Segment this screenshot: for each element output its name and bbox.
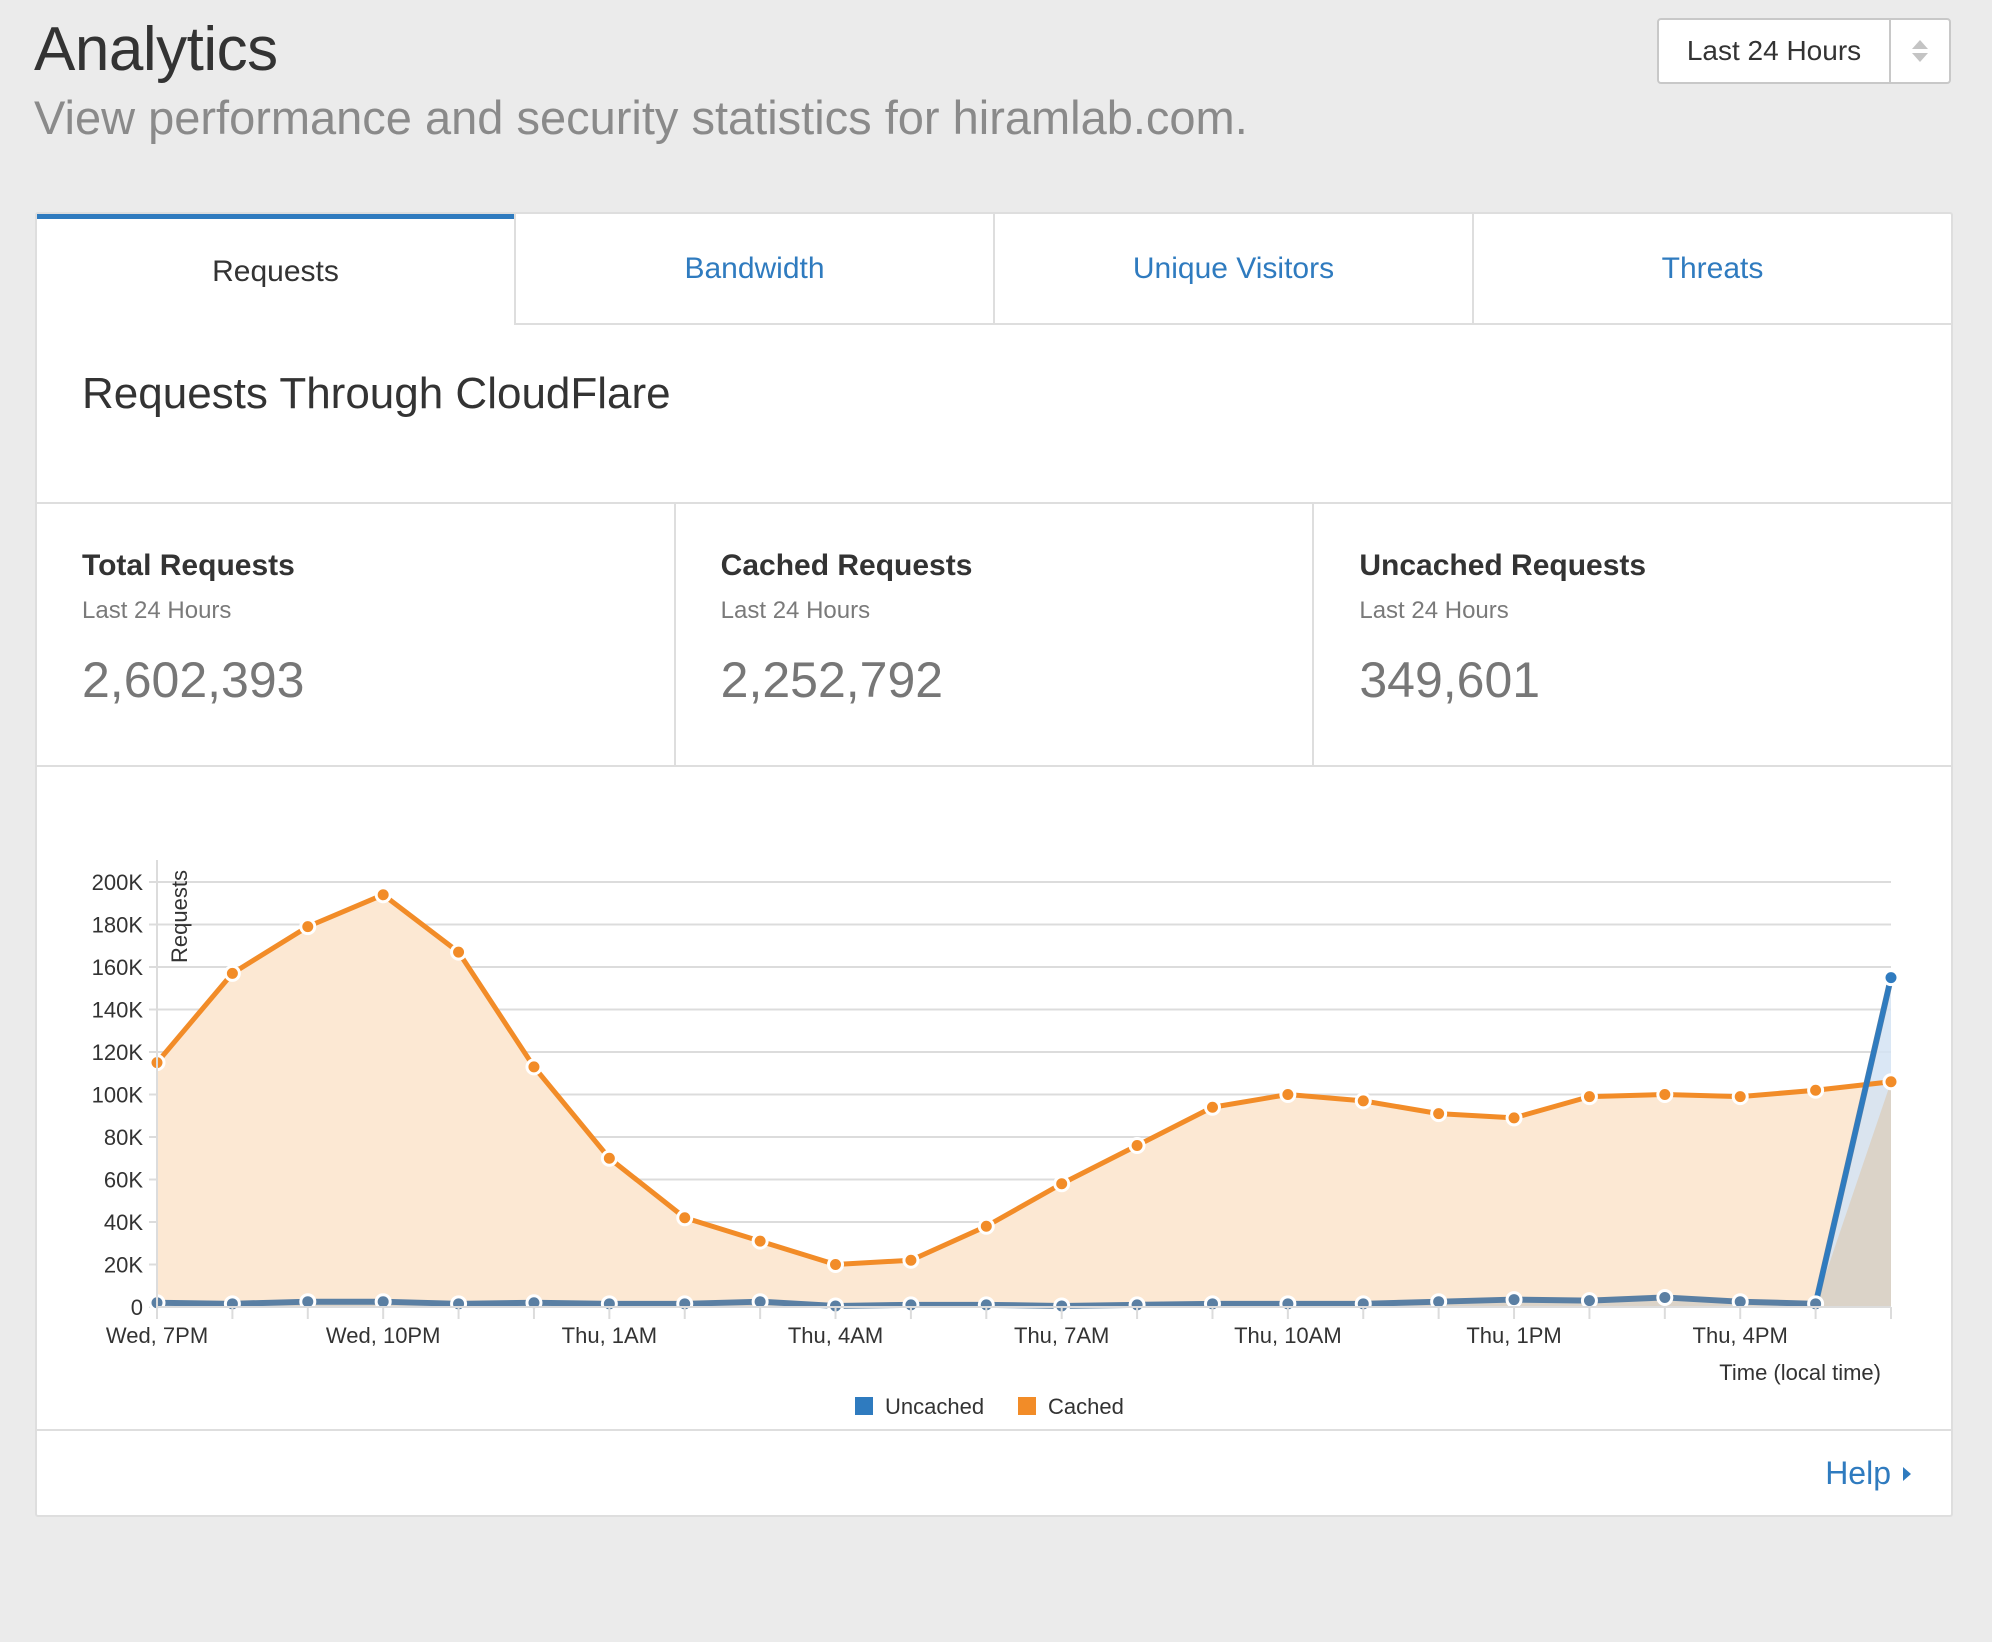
cached-point <box>299 918 317 936</box>
y-tick-label: 20K <box>104 1253 143 1278</box>
legend-swatch-cached <box>1018 1397 1036 1415</box>
tab-requests[interactable]: Requests <box>37 214 514 325</box>
y-tick-label: 200K <box>92 870 144 895</box>
stat-cached-requests: Cached Requests Last 24 Hours 2,252,792 <box>673 504 1313 765</box>
x-tick-label: Thu, 7AM <box>1014 1323 1109 1348</box>
stat-value: 2,252,792 <box>720 652 944 708</box>
cached-point <box>1203 1098 1221 1116</box>
cached-point <box>1807 1081 1825 1099</box>
tab-bandwidth[interactable]: Bandwidth <box>514 214 993 325</box>
cached-point <box>1580 1088 1598 1106</box>
y-tick-label: 80K <box>104 1125 143 1150</box>
legend-swatch-uncached <box>855 1397 873 1415</box>
tab-bar: Requests Bandwidth Unique Visitors Threa… <box>37 214 1951 325</box>
stat-label: Cached Requests <box>720 549 973 582</box>
page-title: Analytics <box>34 15 278 84</box>
select-arrows-icon <box>1891 20 1949 82</box>
arrow-down-icon <box>1912 53 1928 62</box>
cached-point <box>1505 1109 1523 1127</box>
time-range-value: Last 24 Hours <box>1659 20 1891 82</box>
legend-label-cached: Cached <box>1048 1394 1124 1419</box>
section-title: Requests Through CloudFlare <box>82 369 671 418</box>
y-tick-label: 40K <box>104 1210 143 1235</box>
cached-area <box>157 894 1891 1307</box>
y-tick-label: 180K <box>92 913 144 938</box>
x-tick-label: Thu, 1PM <box>1466 1323 1561 1348</box>
stat-value: 2,602,393 <box>82 652 305 708</box>
x-tick-label: Wed, 7PM <box>106 1323 208 1348</box>
stat-period: Last 24 Hours <box>82 597 232 624</box>
y-axis-label: Requests <box>167 870 192 963</box>
cached-point <box>1279 1086 1297 1103</box>
cached-point <box>977 1217 995 1235</box>
y-tick-label: 160K <box>92 955 144 980</box>
cached-point <box>1053 1175 1071 1193</box>
page-subtitle: View performance and security statistics… <box>34 91 1248 144</box>
cached-point <box>223 964 241 982</box>
cached-point <box>1430 1105 1448 1123</box>
y-tick-label: 0 <box>131 1295 143 1320</box>
cached-point <box>450 943 468 961</box>
cached-point <box>827 1256 845 1273</box>
uncached-point <box>1580 1292 1598 1310</box>
y-tick-label: 120K <box>92 1040 144 1065</box>
stat-period: Last 24 Hours <box>1359 597 1509 624</box>
x-tick-label: Thu, 4PM <box>1693 1323 1788 1348</box>
cached-point <box>525 1058 543 1076</box>
time-range-select[interactable]: Last 24 Hours <box>1657 18 1951 84</box>
analytics-card: Requests Bandwidth Unique Visitors Threa… <box>35 212 1953 1517</box>
cached-point <box>676 1209 694 1227</box>
cached-point <box>1731 1088 1749 1106</box>
uncached-point <box>1882 969 1900 987</box>
y-tick-label: 60K <box>104 1168 143 1193</box>
x-axis-label: Time (local time) <box>1719 1360 1881 1385</box>
chart-svg: 0 20K 40K 60K 80K 100K 120K 140K 160K 180K 200K Wed… <box>92 860 1900 1419</box>
stat-uncached-requests: Uncached Requests Last 24 Hours 349,601 <box>1312 504 1951 765</box>
uncached-point <box>1505 1291 1523 1309</box>
x-tick-label: Thu, 10AM <box>1234 1323 1342 1348</box>
help-label: Help <box>1825 1455 1891 1491</box>
stat-total-requests: Total Requests Last 24 Hours 2,602,393 <box>37 504 674 765</box>
stats-row: Total Requests Last 24 Hours 2,602,393 C… <box>37 502 1951 767</box>
stat-value: 349,601 <box>1359 652 1541 708</box>
x-tick-label: Thu, 1AM <box>562 1323 657 1348</box>
arrow-up-icon <box>1912 40 1928 49</box>
stat-period: Last 24 Hours <box>720 597 871 624</box>
caret-right-icon <box>1903 1466 1911 1481</box>
cached-point <box>600 1149 618 1167</box>
tab-unique-visitors[interactable]: Unique Visitors <box>993 214 1472 325</box>
y-tick-label: 100K <box>92 1083 144 1108</box>
cached-point <box>751 1232 769 1250</box>
stat-label: Total Requests <box>82 549 295 582</box>
stat-label: Uncached Requests <box>1359 549 1647 582</box>
cached-point <box>374 886 392 904</box>
x-tick-label: Thu, 4AM <box>788 1323 883 1348</box>
cached-point <box>902 1251 920 1269</box>
legend-label-uncached: Uncached <box>885 1394 984 1419</box>
tab-threats[interactable]: Threats <box>1472 214 1951 325</box>
legend: Uncached Cached <box>855 1394 1124 1419</box>
cached-point <box>1882 1073 1900 1091</box>
help-link[interactable]: Help <box>1825 1455 1911 1492</box>
cached-point <box>1128 1137 1146 1154</box>
series-areas <box>157 894 1891 1307</box>
card-footer: Help <box>37 1429 1951 1517</box>
cached-point <box>1354 1092 1372 1110</box>
uncached-point <box>1656 1288 1674 1306</box>
x-tick-label: Wed, 10PM <box>326 1323 441 1348</box>
cached-point <box>1656 1086 1674 1103</box>
y-tick-label: 140K <box>92 998 144 1023</box>
